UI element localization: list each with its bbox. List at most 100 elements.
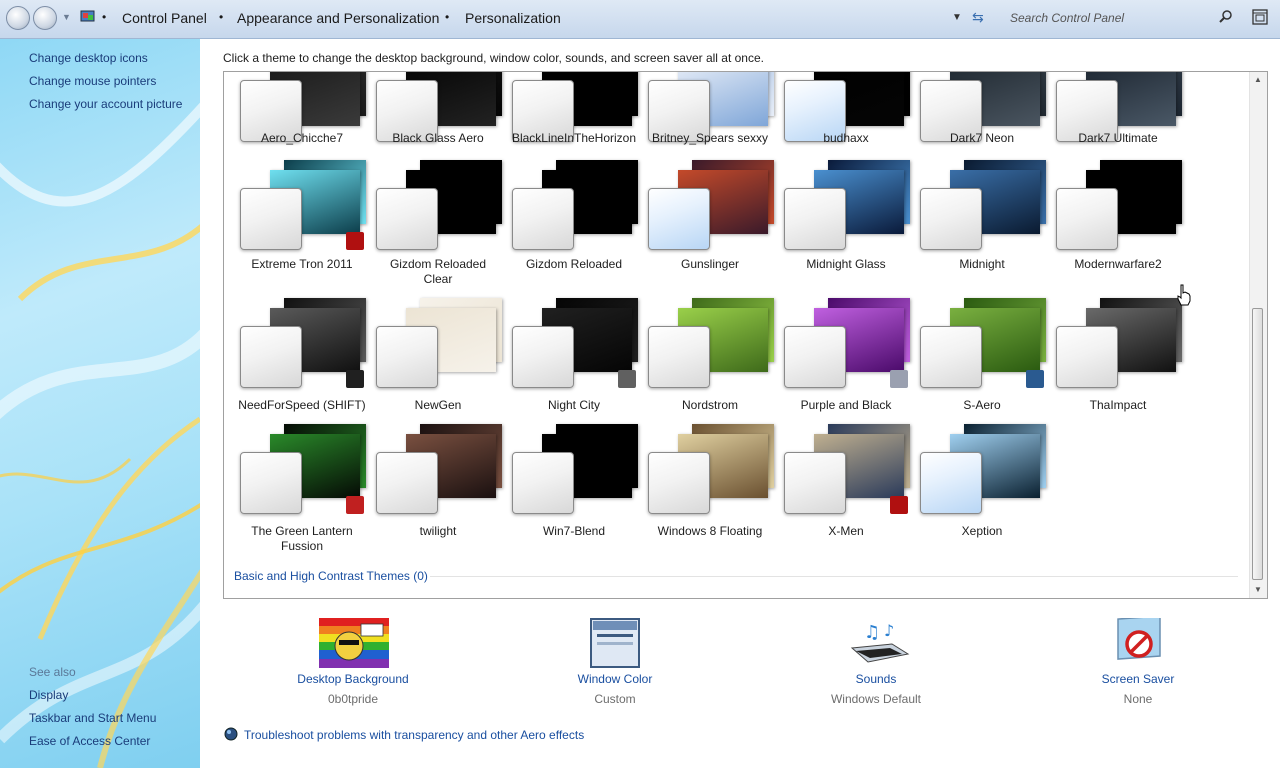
theme-gallery[interactable]: Aero_Chicche7 Black Glass Aero BlackLineIn… <box>223 71 1268 599</box>
change-desktop-icons-link[interactable]: Change desktop icons <box>29 51 148 65</box>
theme-thumbnail[interactable] <box>784 298 910 388</box>
theme-name[interactable]: Aero_Chicche7 <box>224 131 380 146</box>
theme-name[interactable]: Midnight <box>904 257 1060 272</box>
theme-badge-icon <box>890 370 908 388</box>
theme-thumbnail[interactable] <box>1056 160 1182 250</box>
window-color-label[interactable]: Window Color <box>515 672 715 686</box>
theme-name[interactable]: Gizdom Reloaded Clear <box>380 257 496 287</box>
theme-badge-icon <box>618 370 636 388</box>
change-mouse-pointers-link[interactable]: Change mouse pointers <box>29 74 156 88</box>
breadcrumb-appearance[interactable]: Appearance and Personalization <box>237 10 439 26</box>
theme-name[interactable]: Dark7 Ultimate <box>1040 131 1196 146</box>
theme-name[interactable]: twilight <box>360 524 516 539</box>
theme-thumbnail[interactable] <box>920 298 1046 388</box>
window-color-icon[interactable] <box>581 618 651 668</box>
theme-thumbnail[interactable] <box>784 424 910 514</box>
screen-saver-icon[interactable] <box>1104 618 1174 668</box>
theme-window-color-sample <box>512 326 574 388</box>
theme-name[interactable]: Gizdom Reloaded <box>496 257 652 272</box>
theme-name[interactable]: Black Glass Aero <box>360 131 516 146</box>
back-button[interactable] <box>6 6 30 30</box>
theme-window-color-sample <box>648 452 710 514</box>
left-pane: Change desktop icons Change mouse pointe… <box>0 39 200 768</box>
theme-thumbnail[interactable] <box>1056 298 1182 388</box>
window-color-value: Custom <box>594 692 636 706</box>
sounds-label[interactable]: Sounds <box>776 672 976 686</box>
scroll-up-icon[interactable]: ▲ <box>1250 72 1266 88</box>
theme-name[interactable]: BlackLineInTheHorizon <box>496 131 652 146</box>
theme-thumbnail[interactable] <box>240 160 366 250</box>
taskbar-start-menu-link[interactable]: Taskbar and Start Menu <box>29 711 156 725</box>
theme-name[interactable]: S-Aero <box>904 398 1060 413</box>
theme-thumbnail[interactable] <box>512 160 638 250</box>
theme-thumbnail[interactable] <box>648 298 774 388</box>
theme-name[interactable]: NewGen <box>360 398 516 413</box>
scrollbar-thumb[interactable] <box>1252 308 1263 580</box>
desktop-background-value: 0b0tpride <box>327 692 379 706</box>
window-icon[interactable] <box>1252 9 1268 25</box>
display-link[interactable]: Display <box>29 688 68 702</box>
desktop-background-label[interactable]: Desktop Background <box>253 672 453 686</box>
change-account-picture-link[interactable]: Change your account picture <box>29 97 182 111</box>
sounds-icon[interactable]: ♫ ♪ <box>842 618 912 668</box>
hand-cursor-icon <box>1177 284 1191 306</box>
theme-thumbnail[interactable] <box>376 424 502 514</box>
theme-thumbnail[interactable] <box>240 298 366 388</box>
theme-window-color-sample <box>648 326 710 388</box>
troubleshoot-icon[interactable] <box>224 727 238 741</box>
desktop-background-icon[interactable] <box>319 618 389 668</box>
forward-button[interactable] <box>33 6 57 30</box>
theme-window-color-sample <box>784 326 846 388</box>
theme-thumbnail[interactable] <box>240 424 366 514</box>
theme-name[interactable]: Extreme Tron 2011 <box>224 257 380 272</box>
theme-window-color-sample <box>240 452 302 514</box>
search-icon[interactable] <box>1218 9 1234 25</box>
theme-thumbnail[interactable] <box>512 424 638 514</box>
theme-name[interactable]: Britney_Spears sexxy <box>632 131 788 146</box>
theme-name[interactable]: NeedForSpeed (SHIFT) <box>224 398 380 413</box>
theme-thumbnail[interactable] <box>376 298 502 388</box>
breadcrumb-separator: • <box>102 10 107 24</box>
breadcrumb-control-panel[interactable]: Control Panel <box>122 10 207 26</box>
theme-name[interactable]: Windows 8 Floating <box>632 524 788 539</box>
theme-name[interactable]: ThaImpact <box>1040 398 1196 413</box>
screen-saver-value: None <box>1123 692 1153 706</box>
theme-name[interactable]: X-Men <box>768 524 924 539</box>
theme-name[interactable]: Purple and Black <box>768 398 924 413</box>
theme-window-color-sample <box>376 452 438 514</box>
basic-high-contrast-themes-group[interactable]: Basic and High Contrast Themes (0) <box>234 569 428 583</box>
theme-name[interactable]: The Green Lantern Fussion <box>244 524 360 554</box>
address-dropdown-icon[interactable]: ▼ <box>952 12 962 23</box>
theme-badge-icon <box>1026 370 1044 388</box>
theme-thumbnail[interactable] <box>784 160 910 250</box>
theme-thumbnail[interactable] <box>648 424 774 514</box>
theme-thumbnail[interactable] <box>376 160 502 250</box>
theme-name[interactable]: Win7-Blend <box>496 524 652 539</box>
theme-name[interactable]: Modernwarfare2 <box>1040 257 1196 272</box>
theme-name[interactable]: budhaxx <box>768 131 924 146</box>
theme-thumbnail[interactable] <box>920 424 1046 514</box>
left-pane-background <box>0 102 200 768</box>
theme-window-color-sample <box>240 326 302 388</box>
screen-saver-label[interactable]: Screen Saver <box>1038 672 1238 686</box>
theme-thumbnail[interactable] <box>512 298 638 388</box>
theme-name[interactable]: Gunslinger <box>632 257 788 272</box>
theme-name[interactable]: Nordstrom <box>632 398 788 413</box>
refresh-icon[interactable]: ⇆ <box>972 9 984 26</box>
theme-gallery-scrollbar[interactable]: ▲ ▼ <box>1249 72 1267 598</box>
theme-window-color-sample <box>1056 326 1118 388</box>
theme-thumbnail[interactable] <box>920 160 1046 250</box>
breadcrumb-personalization[interactable]: Personalization <box>465 10 561 26</box>
theme-window-color-sample <box>920 326 982 388</box>
theme-name[interactable]: Dark7 Neon <box>904 131 1060 146</box>
theme-name[interactable]: Midnight Glass <box>768 257 924 272</box>
recent-pages-dropdown-icon[interactable]: ▼ <box>62 12 71 22</box>
scroll-down-icon[interactable]: ▼ <box>1250 582 1266 598</box>
theme-window-color-sample <box>648 188 710 250</box>
troubleshoot-aero-link[interactable]: Troubleshoot problems with transparency … <box>244 728 584 742</box>
theme-thumbnail[interactable] <box>648 160 774 250</box>
theme-name[interactable]: Xeption <box>904 524 1060 539</box>
theme-name[interactable]: Night City <box>496 398 652 413</box>
search-input[interactable] <box>998 7 1240 29</box>
ease-of-access-link[interactable]: Ease of Access Center <box>29 734 150 748</box>
